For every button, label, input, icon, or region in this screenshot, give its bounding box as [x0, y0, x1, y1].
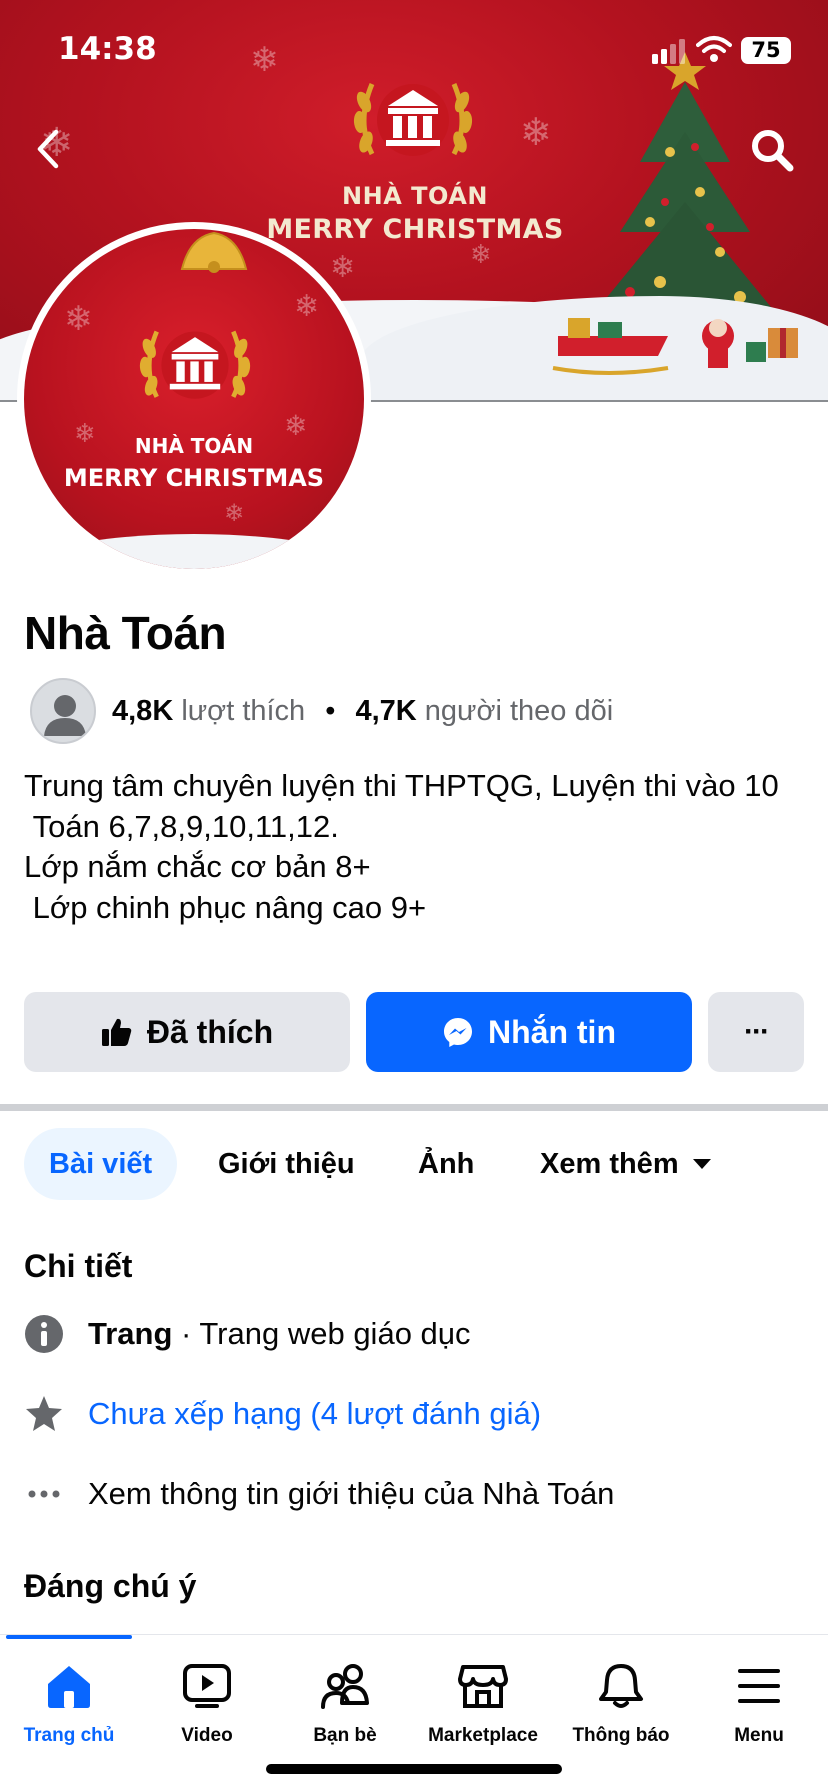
profile-avatar[interactable]: ❄ ❄ ❄ ❄ ❄ NHÀ TOÁN MERRY CHRISTMAS	[17, 222, 371, 576]
messenger-icon	[444, 1018, 472, 1047]
tab-photos-label: Ảnh	[418, 1147, 475, 1180]
nav-notifications[interactable]: Thông báo	[552, 1657, 690, 1747]
rating-link[interactable]: Chưa xếp hạng (4 lượt đánh giá)	[88, 1396, 541, 1432]
nav-menu-label: Menu	[734, 1725, 784, 1746]
nav-friends[interactable]: Bạn bè	[276, 1657, 414, 1747]
laurel-logo	[139, 330, 251, 399]
avatar-brand-name: NHÀ TOÁN	[134, 434, 254, 458]
cover-brand-tagline: MERRY CHRISTMAS	[266, 214, 564, 245]
liked-button-label: Đã thích	[146, 1013, 274, 1050]
tab-posts[interactable]: Bài viết	[24, 1128, 178, 1200]
followers-label: người theo dõi	[424, 694, 614, 727]
status-icons: 75	[650, 34, 800, 66]
likes-count: 4,8K	[112, 694, 174, 727]
liked-button[interactable]: Đã thích	[24, 992, 350, 1072]
bell-icon	[599, 1664, 643, 1708]
nav-home[interactable]: Trang chủ	[0, 1657, 138, 1747]
snow-ground	[24, 534, 364, 569]
snowflake-icon: ❄	[64, 299, 93, 339]
snowflake-icon: ❄	[224, 499, 245, 527]
tab-posts-label: Bài viết	[49, 1147, 153, 1180]
category-row: Trang · Trang web giáo dục	[24, 1312, 471, 1356]
featured-title: Đáng chú ý	[24, 1568, 197, 1604]
category-value: · Trang web giáo dục	[172, 1316, 471, 1351]
tab-see-more-label: Xem thêm	[540, 1147, 679, 1180]
menu-icon	[738, 1669, 780, 1703]
active-tab-indicator	[6, 1635, 132, 1639]
nav-marketplace-label: Marketplace	[428, 1725, 538, 1746]
nav-marketplace[interactable]: Marketplace	[414, 1657, 552, 1747]
tab-see-more[interactable]: Xem thêm	[540, 1128, 713, 1200]
more-options-label: ···	[744, 1015, 770, 1048]
snowflake-icon: ❄	[520, 110, 552, 154]
more-options-button[interactable]: ···	[708, 992, 804, 1072]
nav-video[interactable]: Video	[138, 1657, 276, 1747]
info-icon	[24, 1314, 64, 1354]
message-button[interactable]: Nhắn tin	[366, 992, 692, 1072]
marketplace-icon	[458, 1665, 508, 1708]
snowflake-icon: ❄	[330, 250, 356, 285]
stats-text: 4,8K lượt thích • 4,7K người theo dõi	[112, 695, 613, 728]
nav-video-label: Video	[181, 1725, 233, 1746]
caret-down-icon	[692, 1159, 711, 1169]
video-icon	[183, 1664, 231, 1708]
message-button-label: Nhắn tin	[488, 1013, 616, 1050]
home-indicator	[266, 1764, 562, 1774]
laurel-logo	[353, 83, 473, 156]
page-stats: 4,8K lượt thích • 4,7K người theo dõi	[30, 678, 613, 744]
sleigh-gifts-illustration	[552, 318, 798, 375]
see-about-row[interactable]: Xem thông tin giới thiệu của Nhà Toán	[24, 1472, 614, 1516]
tab-about[interactable]: Giới thiệu	[218, 1128, 355, 1200]
tab-about-label: Giới thiệu	[218, 1147, 355, 1180]
see-about-label: Xem thông tin giới thiệu của Nhà Toán	[88, 1476, 615, 1511]
battery-indicator: 75	[741, 37, 791, 64]
nav-menu[interactable]: Menu	[690, 1657, 828, 1747]
back-icon[interactable]	[30, 126, 66, 172]
more-dots-icon	[24, 1474, 64, 1514]
section-divider	[0, 1104, 828, 1111]
cover-brand-name: NHÀ TOÁN	[342, 182, 488, 210]
page-title: Nhà Toán	[24, 607, 227, 659]
cover-brand: NHÀ TOÁN MERRY CHRISTMAS	[230, 182, 600, 245]
wifi-icon	[696, 36, 732, 62]
avatar-image: ❄ ❄ ❄ ❄ ❄ NHÀ TOÁN MERRY CHRISTMAS	[24, 229, 364, 569]
snowflake-icon: ❄	[294, 289, 320, 324]
followers-count: 4,7K	[355, 694, 417, 727]
friends-icon	[321, 1664, 369, 1709]
friend-avatar[interactable]	[30, 678, 96, 744]
page-bio: Trung tâm chuyên luyện thi THPTQG, Luyện…	[24, 768, 779, 925]
christmas-bell-icon	[180, 231, 248, 273]
snowflake-icon: ❄	[250, 40, 279, 80]
avatar-brand-tagline: MERRY CHRISTMAS	[63, 464, 325, 492]
details-title: Chi tiết	[24, 1248, 133, 1284]
stats-separator: •	[325, 694, 336, 727]
cellular-signal-icon	[652, 39, 685, 64]
nav-home-label: Trang chủ	[23, 1725, 115, 1746]
tab-photos[interactable]: Ảnh	[418, 1128, 474, 1200]
nav-friends-label: Bạn bè	[313, 1725, 377, 1746]
nav-notifications-label: Thông báo	[572, 1725, 670, 1746]
home-icon	[48, 1666, 90, 1708]
likes-label: lượt thích	[181, 694, 306, 727]
search-icon[interactable]	[748, 126, 796, 174]
category-type: Trang	[88, 1316, 173, 1351]
star-icon	[24, 1394, 64, 1434]
rating-row[interactable]: Chưa xếp hạng (4 lượt đánh giá)	[24, 1392, 541, 1436]
avatar-brand: NHÀ TOÁN MERRY CHRISTMAS	[34, 434, 354, 492]
status-time: 14:38	[58, 31, 157, 67]
person-icon	[44, 695, 86, 736]
thumbs-up-icon	[101, 1018, 132, 1046]
